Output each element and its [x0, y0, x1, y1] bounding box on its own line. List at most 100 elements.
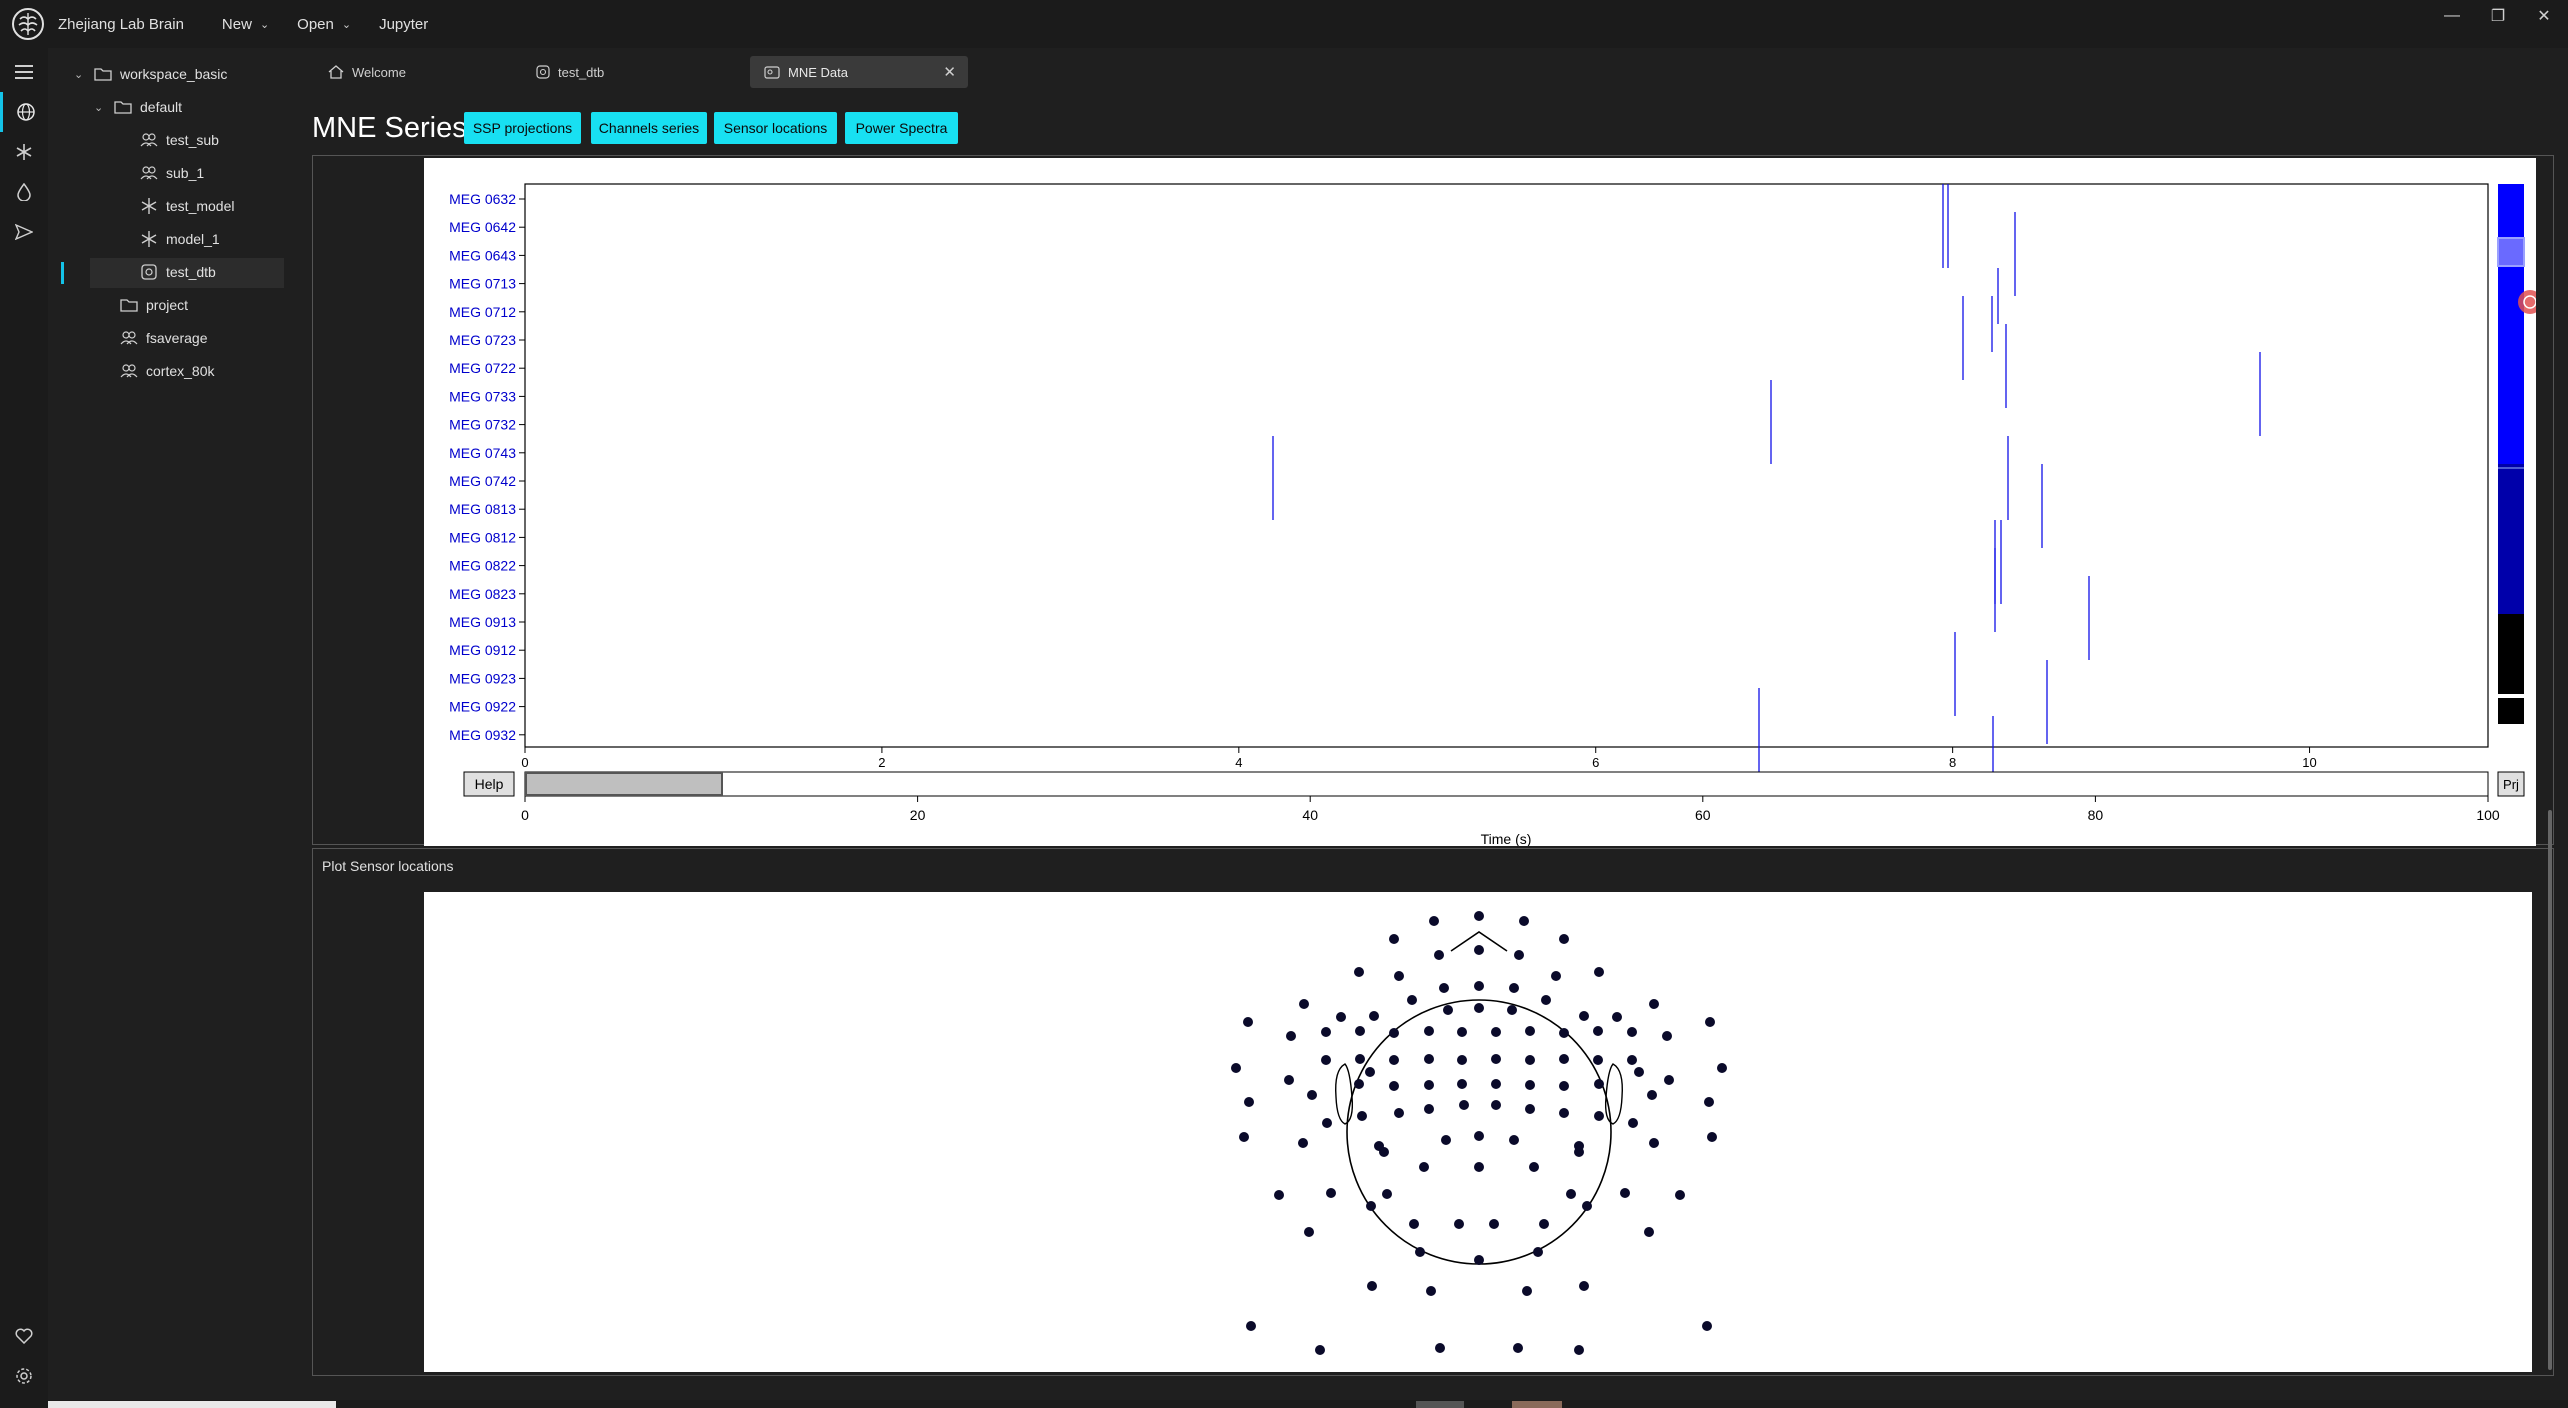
channel-label[interactable]: MEG 0632: [449, 191, 516, 207]
image-icon: [764, 65, 780, 79]
tab-test-dtb[interactable]: test_dtb: [522, 56, 722, 88]
channel-label[interactable]: MEG 0642: [449, 219, 516, 235]
close-window-icon[interactable]: ✕: [2534, 6, 2554, 26]
x-axis-label: Time (s): [1481, 831, 1532, 846]
channel-label[interactable]: MEG 0922: [449, 699, 516, 715]
globe-icon[interactable]: [0, 92, 48, 132]
send-icon[interactable]: [0, 212, 48, 252]
channel-label[interactable]: MEG 0723: [449, 332, 516, 348]
tree-item-test-dtb[interactable]: test_dtb: [140, 256, 216, 288]
tree-label: cortex_80k: [146, 363, 215, 379]
title-bar: Zhejiang Lab Brain New ⌄ Open ⌄ Jupyter — …: [0, 0, 2568, 48]
tree-item-project[interactable]: project: [120, 289, 188, 321]
tree-selection-marker: [61, 262, 64, 284]
sensor-dot: [1525, 1055, 1535, 1065]
channel-bar-top: [2498, 184, 2524, 464]
sensor-dot: [1559, 1054, 1569, 1064]
tree-item-test-model[interactable]: test_model: [140, 190, 234, 222]
channel-label[interactable]: MEG 0823: [449, 586, 516, 602]
sensor-dot: [1394, 1108, 1404, 1118]
tree-label: sub_1: [166, 165, 205, 181]
sensor-dot: [1474, 945, 1484, 955]
settings-icon[interactable]: [0, 1356, 48, 1396]
projection-button[interactable]: Prj: [2497, 771, 2525, 797]
sensor-dot: [1367, 1281, 1377, 1291]
channel-label[interactable]: MEG 0712: [449, 304, 516, 320]
sensor-dot: [1284, 1075, 1294, 1085]
sensor-dot: [1559, 934, 1569, 944]
time-tick-label: 6: [1592, 755, 1599, 770]
time-scrollbar[interactable]: [524, 771, 2489, 797]
tree-item-model-1[interactable]: model_1: [140, 223, 220, 255]
tree-item-workspace[interactable]: ⌄ workspace_basic: [74, 58, 227, 90]
main-scrollbar[interactable]: [2548, 810, 2552, 1370]
sensor-dot: [1459, 1100, 1469, 1110]
sensor-dot: [1491, 1054, 1501, 1064]
sensor-dot: [1354, 1079, 1364, 1089]
menu-icon[interactable]: [0, 52, 48, 92]
tree-item-fsaverage[interactable]: fsaverage: [120, 322, 207, 354]
channel-label[interactable]: MEG 0912: [449, 642, 516, 658]
menu-jupyter[interactable]: Jupyter: [379, 16, 428, 33]
sensor-dot: [1513, 1343, 1523, 1353]
sensor-dot: [1717, 1063, 1727, 1073]
tab-label: MNE Data: [788, 64, 848, 80]
channel-label[interactable]: MEG 0812: [449, 529, 516, 545]
sensor-dot: [1286, 1031, 1296, 1041]
sensor-dot: [1579, 1011, 1589, 1021]
sensor-dot: [1507, 1005, 1517, 1015]
sensor-dot: [1491, 1079, 1501, 1089]
channel-label[interactable]: MEG 0732: [449, 417, 516, 433]
scroll-tick-label: 60: [1695, 807, 1711, 823]
scrollbar-thumb[interactable]: [525, 772, 723, 796]
tree-item-cortex-80k[interactable]: cortex_80k: [120, 355, 214, 387]
channel-label[interactable]: MEG 0813: [449, 501, 516, 517]
sensor-dot: [1407, 995, 1417, 1005]
channel-scroll-bar[interactable]: [2497, 184, 2525, 724]
tab-welcome[interactable]: Welcome: [314, 56, 514, 88]
channel-label[interactable]: MEG 0742: [449, 473, 516, 489]
sensor-dot: [1321, 1027, 1331, 1037]
channels-series-button[interactable]: Channels series: [591, 112, 707, 144]
sensor-dot: [1647, 1090, 1657, 1100]
subject-icon: [120, 362, 138, 380]
channel-label[interactable]: MEG 0923: [449, 670, 516, 686]
restore-icon[interactable]: ❐: [2488, 6, 2508, 26]
channel-label[interactable]: MEG 0733: [449, 388, 516, 404]
channel-label[interactable]: MEG 0643: [449, 247, 516, 263]
asterisk-icon[interactable]: [0, 132, 48, 172]
time-tick-label: 10: [2302, 755, 2316, 770]
help-button[interactable]: Help: [463, 771, 515, 797]
drop-icon[interactable]: [0, 172, 48, 212]
close-tab-icon[interactable]: ✕: [943, 63, 956, 81]
menu-new[interactable]: New ⌄: [222, 16, 269, 33]
sensor-locations-button[interactable]: Sensor locations: [714, 112, 837, 144]
channel-label[interactable]: MEG 0913: [449, 614, 516, 630]
scroll-tick-label: 80: [2088, 807, 2104, 823]
ssp-projections-button[interactable]: SSP projections: [464, 112, 581, 144]
sensor-dot: [1424, 1054, 1434, 1064]
tree-item-default[interactable]: ⌄ default: [94, 91, 182, 123]
tree-item-test-sub[interactable]: test_sub: [140, 124, 219, 156]
tab-mne-data[interactable]: MNE Data ✕: [750, 56, 968, 88]
sensor-dot: [1326, 1188, 1336, 1198]
help-button-label: Help: [475, 776, 504, 792]
power-spectra-button[interactable]: Power Spectra: [845, 112, 958, 144]
sensor-dot: [1566, 1189, 1576, 1199]
minimize-icon[interactable]: —: [2442, 7, 2462, 25]
channel-label[interactable]: MEG 0743: [449, 445, 516, 461]
sensor-dot: [1315, 1345, 1325, 1355]
menu-open[interactable]: Open ⌄: [297, 16, 351, 33]
sensor-dot: [1634, 1067, 1644, 1077]
sensor-dot: [1509, 1135, 1519, 1145]
channel-bar-thumb[interactable]: [2497, 237, 2525, 267]
scrollbar-track[interactable]: [524, 771, 2489, 797]
tree-item-sub-1[interactable]: sub_1: [140, 157, 204, 189]
heart-icon[interactable]: [0, 1316, 48, 1356]
channels-series-plot[interactable]: MEG 0632 MEG 0642 MEG 0643 MEG 0713 MEG 0712…: [424, 158, 2536, 846]
channel-label[interactable]: MEG 0822: [449, 558, 516, 574]
channel-label[interactable]: MEG 0722: [449, 360, 516, 376]
menu-bar: New ⌄ Open ⌄ Jupyter: [222, 16, 428, 33]
channel-label[interactable]: MEG 0932: [449, 727, 516, 743]
channel-label[interactable]: MEG 0713: [449, 276, 516, 292]
